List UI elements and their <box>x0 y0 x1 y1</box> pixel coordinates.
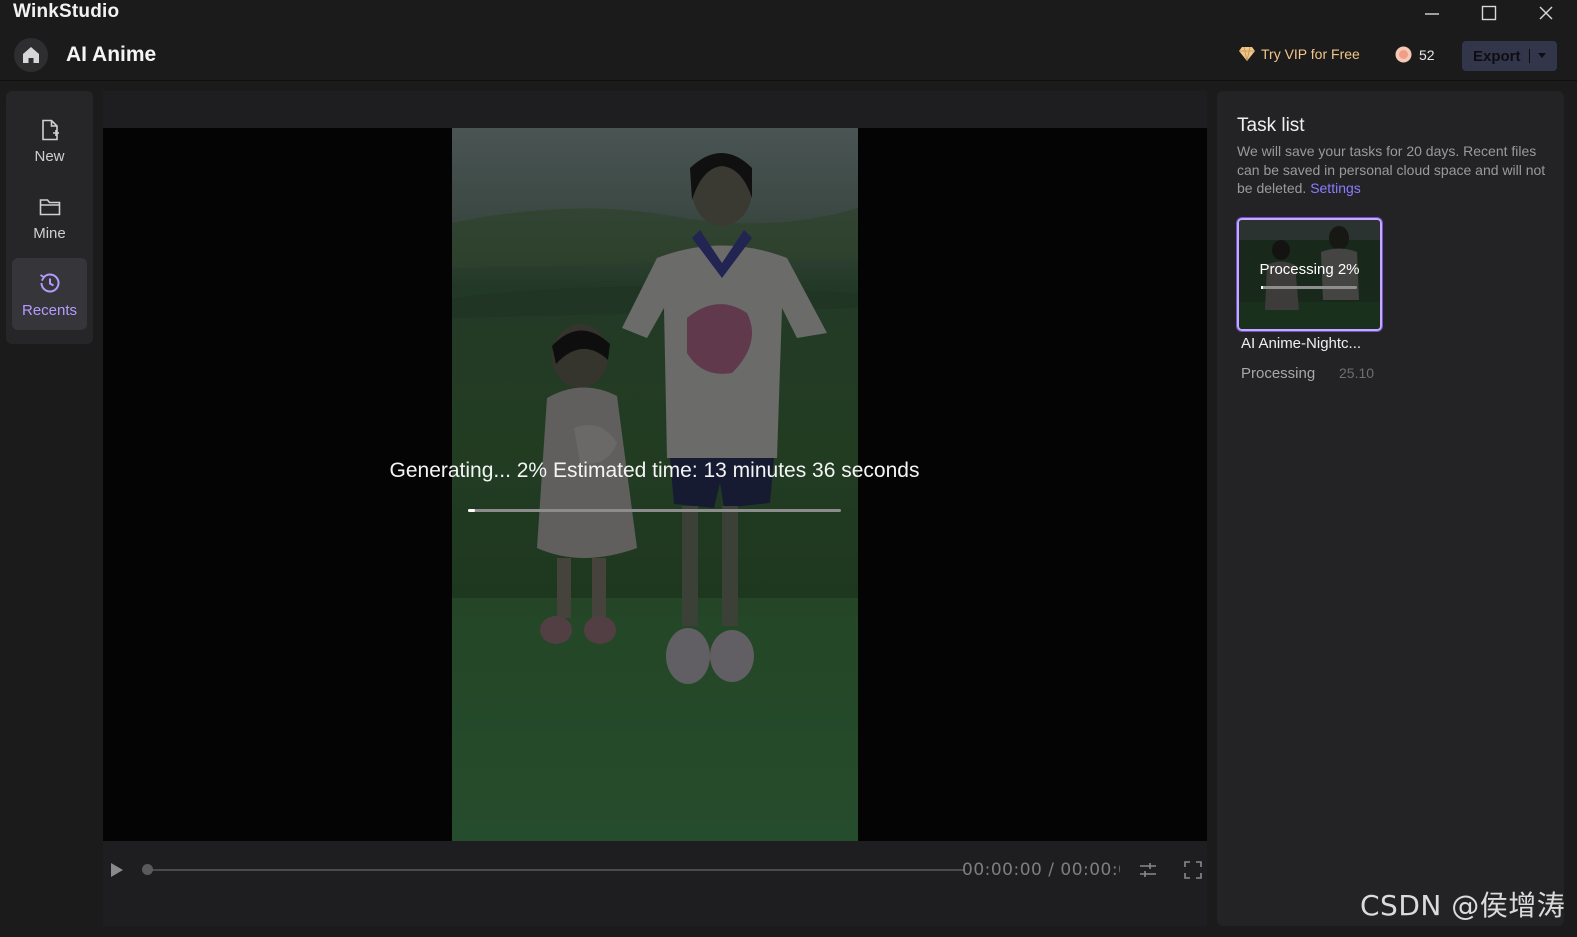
generating-progress-fill <box>468 509 475 512</box>
coin-balance[interactable]: 52 <box>1395 46 1435 63</box>
timecode: 00:00:00 / 00:00:00 <box>962 860 1120 880</box>
fullscreen-icon[interactable] <box>1183 860 1203 880</box>
watermark: CSDN @侯增涛 <box>1360 889 1566 922</box>
task-list-description: We will save your tasks for 20 days. Rec… <box>1237 142 1557 198</box>
maximize-icon <box>1481 5 1497 21</box>
new-file-icon <box>41 119 59 140</box>
try-vip-label: Try VIP for Free <box>1261 46 1360 62</box>
task-thumbnail[interactable]: Processing 2% <box>1237 218 1382 331</box>
chevron-down-icon[interactable] <box>1537 52 1547 60</box>
sidebar-item-mine[interactable]: Mine <box>12 182 87 254</box>
seek-handle[interactable] <box>142 864 153 875</box>
sidebar-item-recents[interactable]: Recents <box>12 258 87 330</box>
close-button[interactable] <box>1523 0 1569 26</box>
maximize-button[interactable] <box>1466 0 1512 26</box>
export-label: Export <box>1473 47 1521 65</box>
minimize-icon <box>1425 13 1439 15</box>
app-name: WinkStudio <box>13 1 120 22</box>
sidebar-item-new[interactable]: New <box>12 105 87 177</box>
play-icon[interactable] <box>106 860 126 880</box>
generating-status-text: Generating... 2% Estimated time: 13 minu… <box>0 459 1309 483</box>
task-name[interactable]: AI Anime-Nightc... <box>1241 335 1361 352</box>
sidebar-item-label: Mine <box>33 224 66 242</box>
task-list-panel: Task list We will save your tasks for 20… <box>1217 91 1564 926</box>
header-divider <box>0 80 1577 81</box>
task-thumbnail-progress-label: Processing 2% <box>1259 261 1360 278</box>
video-preview-image <box>452 128 858 841</box>
task-thumbnail-progress-bar <box>1261 286 1357 289</box>
title-bar: WinkStudio <box>0 0 1577 28</box>
task-status: Processing <box>1241 365 1316 382</box>
close-icon <box>1539 6 1553 20</box>
coin-count: 52 <box>1419 46 1435 63</box>
minimize-button[interactable] <box>1409 0 1455 26</box>
sidebar-item-label: New <box>34 147 65 165</box>
history-icon <box>39 273 59 292</box>
diamond-icon <box>1239 46 1255 62</box>
generating-progress-bar <box>468 509 841 512</box>
settings-link[interactable]: Settings <box>1310 180 1361 196</box>
sidebar-item-label: Recents <box>21 301 78 319</box>
seek-bar[interactable] <box>142 864 965 875</box>
try-vip-button[interactable]: Try VIP for Free <box>1238 46 1360 62</box>
home-button[interactable] <box>14 38 48 72</box>
coin-icon <box>1395 46 1412 63</box>
task-list-title: Task list <box>1237 115 1305 136</box>
export-separator <box>1528 49 1530 63</box>
task-list-description-text: We will save your tasks for 20 days. Rec… <box>1237 143 1546 196</box>
home-icon <box>23 47 39 63</box>
task-size: 25.10 <box>1339 365 1375 381</box>
page-title: AI Anime <box>66 43 157 66</box>
sliders-icon[interactable] <box>1138 860 1158 880</box>
task-thumbnail-progress-fill <box>1261 286 1263 289</box>
generating-status-label: Generating... 2% Estimated time: 13 minu… <box>389 459 920 482</box>
app-header: AI Anime Try VIP for Free 52 Export <box>0 28 1577 81</box>
left-sidebar: New Mine Recents <box>6 91 93 344</box>
export-button[interactable]: Export <box>1462 41 1557 71</box>
folder-icon <box>39 198 60 215</box>
video-frame-illustration <box>452 128 858 841</box>
